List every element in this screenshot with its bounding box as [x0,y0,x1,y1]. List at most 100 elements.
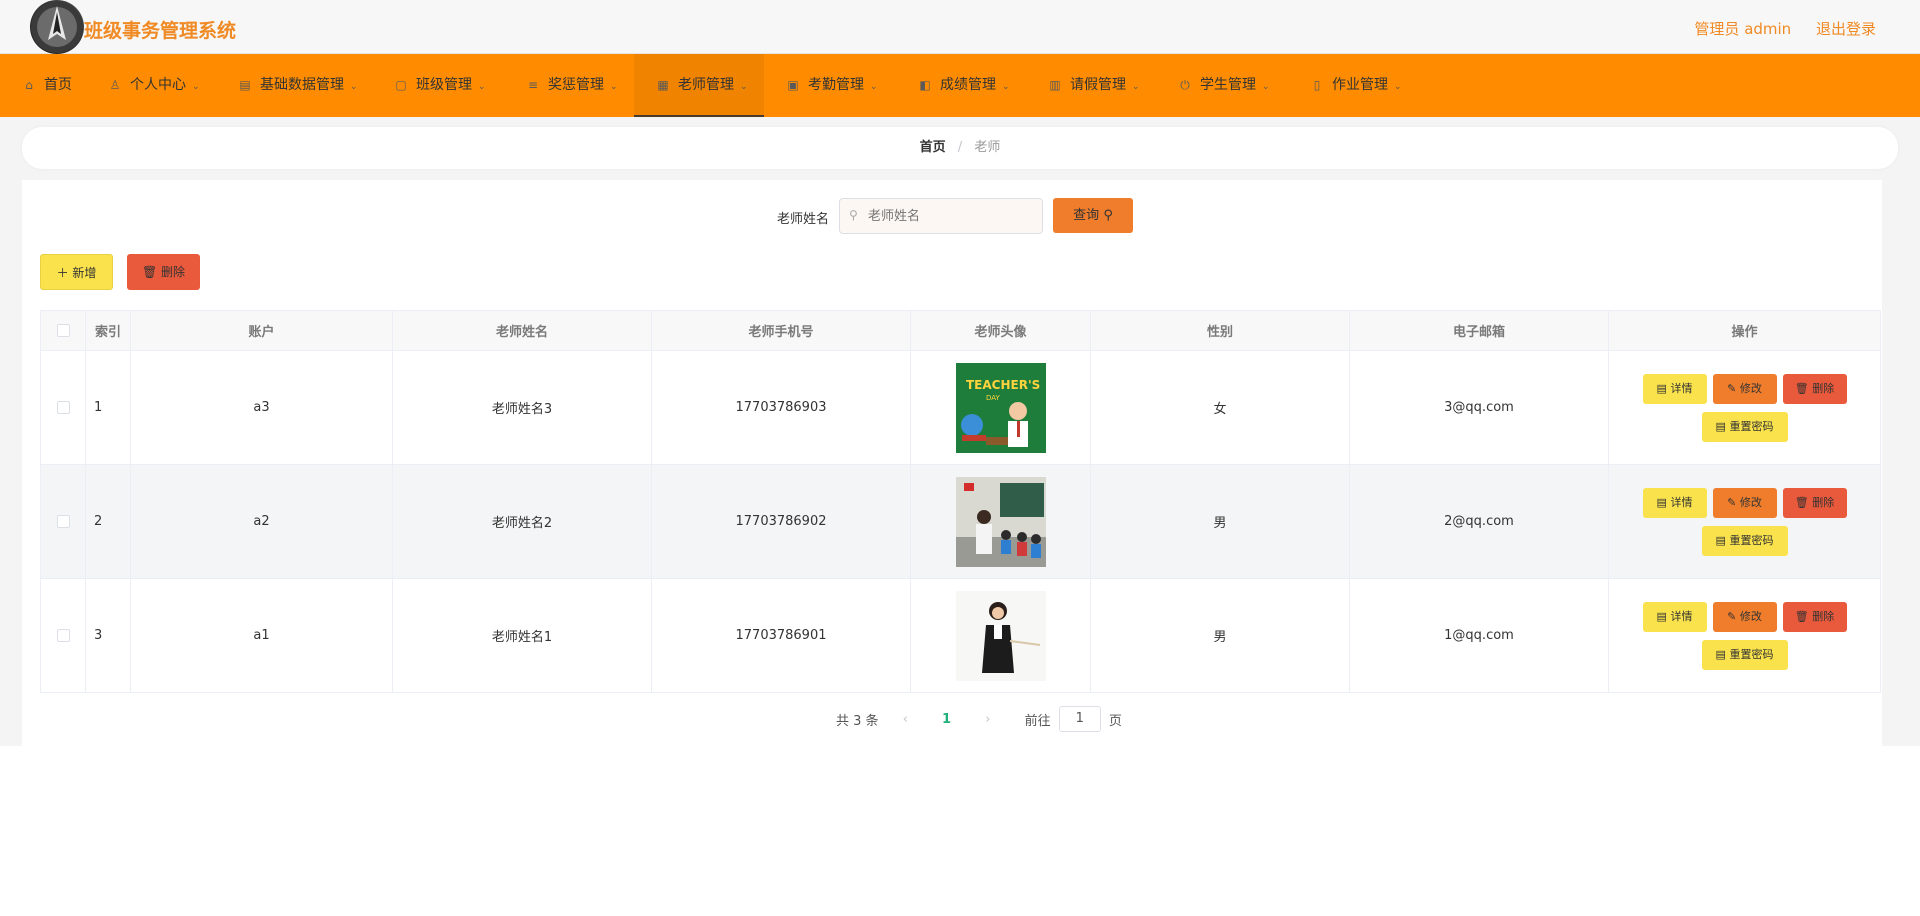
batch-delete-button[interactable]: 🗑 删除 [127,254,200,290]
chevron-down-icon: ⌄ [192,82,200,92]
chevron-down-icon: ⌄ [1394,82,1402,92]
teacher-table: 索引 账户 老师姓名 老师手机号 老师头像 性别 电子邮箱 操作 1 a3 老师… [40,310,1881,693]
row-select-cell[interactable] [40,350,86,465]
nav-item-label: 班级管理 [416,77,472,93]
detail-button[interactable]: ▤ 详情 [1642,487,1707,518]
teacher-avatar-image[interactable] [955,476,1046,567]
reset-password-button[interactable]: ▤ 重置密码 [1701,411,1788,442]
detail-button[interactable]: ▤ 详情 [1642,601,1707,632]
form-icon: ▥ [1049,78,1061,92]
teacher-avatar-image[interactable] [955,590,1046,681]
row-checkbox[interactable] [56,515,70,528]
edit-button[interactable]: ✎ 修改 [1712,487,1777,518]
app-logo [30,0,84,54]
name-cell: 老师姓名2 [392,464,652,579]
nav-item-class[interactable]: ▢ 班级管理 ⌄ [394,54,486,117]
logout-link[interactable]: 退出登录 [1816,20,1876,38]
edit-button[interactable]: ✎ 修改 [1712,601,1777,632]
nav-item-label: 考勤管理 [808,77,864,93]
nav-item-label: 请假管理 [1070,77,1126,93]
gender-cell: 男 [1090,578,1350,693]
nav-item-teacher[interactable]: ▦ 老师管理 ⌄ [634,54,764,117]
nav-item-base-data[interactable]: ▤ 基础数据管理 ⌄ [238,54,357,117]
total-count: 共 3 条 [836,713,879,729]
search-icon: ⚲ [1103,208,1113,223]
column-header: 老师头像 [910,310,1091,351]
teacher-name-search-input[interactable] [839,198,1043,234]
email-cell: 3@qq.com [1349,350,1609,465]
index-cell: 1 [85,350,131,465]
avatar-cell [910,464,1091,579]
nav-item-attendance[interactable]: ▣ 考勤管理 ⌄ [786,54,878,117]
nav-item-leave[interactable]: ▥ 请假管理 ⌄ [1048,54,1139,117]
sliders-icon: ≡ [527,78,539,92]
page-number-current[interactable]: 1 [942,712,951,727]
delete-button[interactable]: 🗑 删除 [1782,601,1847,632]
nav-item-home[interactable]: ⌂ 首页 [22,54,72,117]
nav-item-student[interactable]: ⏻ 学生管理 ⌄ [1178,54,1269,117]
nav-item-grades[interactable]: ◧ 成绩管理 ⌄ [918,54,1009,117]
nav-item-homework[interactable]: ▯ 作业管理 ⌄ [1310,54,1402,117]
nav-item-personal-center[interactable]: ♙ 个人中心 ⌄ [108,54,200,117]
reset-password-button[interactable]: ▤ 重置密码 [1701,525,1788,556]
edit-button[interactable]: ✎ 修改 [1712,373,1777,404]
add-button-label: 新增 [72,266,97,280]
svg-text:DAY: DAY [986,394,1001,402]
search-icon: ⚲ [849,208,858,222]
trash-icon: 🗑 [1794,609,1809,623]
detail-button[interactable]: ▤ 详情 [1642,373,1707,404]
select-all-checkbox[interactable] [56,324,70,337]
pagination: 共 3 条 ‹ 1 › 前往 1 页 [836,706,1122,732]
main-nav: ⌂ 首页 ♙ 个人中心 ⌄ ▤ 基础数据管理 ⌄ ▢ 班级管理 ⌄ ≡ 奖惩管理 ⌄ ▦ 老师管理 ⌄… [0,54,1920,117]
prev-page-icon[interactable]: ‹ [903,712,908,727]
add-button[interactable]: ＋ 新增 [40,254,113,290]
trash-icon: 🗑 [1794,381,1809,395]
detail-label: 详情 [1670,495,1693,509]
nav-item-label: 成绩管理 [940,77,996,93]
plus-icon: ＋ [56,266,69,280]
column-header: 性别 [1090,310,1350,351]
delete-label: 删除 [1812,609,1835,623]
edit-label: 修改 [1739,381,1762,395]
breadcrumb-home[interactable]: 首页 [920,140,946,155]
document-icon: ▤ [1715,419,1726,433]
column-header: 索引 [85,310,131,351]
nav-item-rewards[interactable]: ≡ 奖惩管理 ⌄ [526,54,618,117]
trash-icon: 🗑 [141,265,158,279]
delete-label: 删除 [1812,495,1835,509]
row-checkbox[interactable] [56,629,70,642]
row-select-cell[interactable] [40,464,86,579]
phone-cell: 17703786903 [651,350,911,465]
admin-user-label[interactable]: 管理员 admin [1694,20,1791,38]
row-select-cell[interactable] [40,578,86,693]
column-header: 账户 [130,310,393,351]
delete-button[interactable]: 🗑 删除 [1782,373,1847,404]
actions-cell: ▤ 详情 ✎ 修改 🗑 删除 ▤ 重置密码 [1608,578,1881,693]
column-header: 老师姓名 [392,310,652,351]
breadcrumb-separator: / [957,140,963,155]
chevron-down-icon: ⌄ [870,82,878,92]
delete-button[interactable]: 🗑 删除 [1782,487,1847,518]
name-cell: 老师姓名3 [392,350,652,465]
reset-password-label: 重置密码 [1729,419,1774,433]
next-page-icon[interactable]: › [985,712,990,727]
file-icon: ▯ [1313,78,1321,92]
actions-cell: ▤ 详情 ✎ 修改 🗑 删除 ▤ 重置密码 [1608,464,1881,579]
column-header: 操作 [1608,310,1881,351]
index-cell: 2 [85,464,131,579]
query-button[interactable]: 查询 ⚲ [1053,198,1133,233]
teacher-avatar-image[interactable]: TEACHER'S DAY [955,362,1046,453]
user-area: 管理员 admin 退出登录 [1674,18,1876,39]
detail-label: 详情 [1670,609,1693,623]
reset-password-label: 重置密码 [1729,647,1774,661]
row-checkbox[interactable] [56,401,70,414]
breadcrumb: 首页 / 老师 [22,127,1898,169]
actions-cell: ▤ 详情 ✎ 修改 🗑 删除 ▤ 重置密码 [1608,350,1881,465]
reset-password-button[interactable]: ▤ 重置密码 [1701,639,1788,670]
chevron-down-icon: ⌄ [478,82,486,92]
table-header-row: 索引 账户 老师姓名 老师手机号 老师头像 性别 电子邮箱 操作 [40,310,1881,351]
document-icon: ▤ [1715,533,1726,547]
select-all-cell[interactable] [40,310,86,351]
reset-password-label: 重置密码 [1729,533,1774,547]
goto-page-input[interactable]: 1 [1058,706,1101,732]
